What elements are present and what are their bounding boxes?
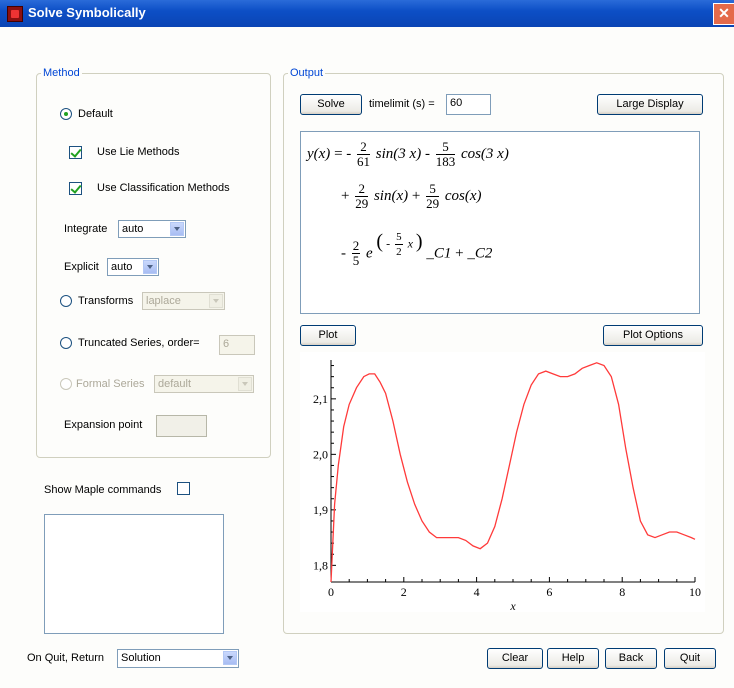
solution-plot: 0 2 4 6 8 10 1,8 1,9 2,0 2,1 x [300, 352, 705, 612]
truncated-order-value: 6 [223, 338, 230, 350]
x-tick-label: 8 [619, 585, 625, 599]
explicit-select[interactable]: auto [107, 258, 159, 276]
math-sign: = - [334, 145, 352, 162]
show-maple-commands-checkbox[interactable] [177, 482, 190, 495]
y-tick-label: 2,1 [313, 392, 328, 406]
formal-series-select[interactable]: default [154, 375, 254, 393]
math-fraction: 2 29 [355, 181, 369, 211]
math-term: sin(x) [373, 187, 409, 204]
y-tick-label: 2,0 [313, 447, 328, 461]
title-bar: Solve Symbolically ✕ [0, 0, 734, 27]
truncated-series-label: Truncated Series, order= [78, 337, 200, 349]
x-tick-label: 10 [689, 585, 701, 599]
transforms-label: Transforms [78, 295, 134, 307]
x-axis-label: x [509, 599, 516, 612]
back-button[interactable]: Back [605, 648, 657, 669]
on-quit-value: Solution [121, 652, 161, 664]
y-tick-label: 1,9 [313, 503, 328, 517]
math-exponent: ( - 52 x ) [376, 230, 423, 258]
math-term: cos(3 x) [460, 145, 509, 162]
transforms-select[interactable]: laplace [142, 292, 225, 310]
integrate-label: Integrate [64, 223, 108, 235]
solution-line-1: y(x) = - 2 61 sin(3 x) - 5 183 cos(3 x) [307, 140, 509, 169]
solution-display: y(x) = - 2 61 sin(3 x) - 5 183 cos(3 x) + … [300, 131, 700, 314]
chevron-down-icon[interactable] [143, 260, 157, 274]
math-sign: - [424, 145, 430, 162]
timelimit-value: 60 [450, 97, 463, 109]
close-button[interactable]: ✕ [713, 3, 734, 25]
show-maple-commands-label: Show Maple commands [44, 484, 162, 496]
truncated-order-field[interactable]: 6 [219, 335, 255, 355]
use-lie-methods-checkbox[interactable] [69, 146, 82, 159]
on-quit-select[interactable]: Solution [117, 649, 239, 668]
plot-button[interactable]: Plot [300, 325, 356, 346]
math-sign: + [455, 245, 464, 262]
timelimit-field[interactable]: 60 [446, 94, 491, 115]
formal-series-value: default [158, 378, 192, 390]
help-button[interactable]: Help [547, 648, 599, 669]
transforms-value: laplace [146, 295, 181, 307]
math-term: _C1 [426, 245, 452, 262]
maple-commands-area[interactable] [44, 514, 224, 634]
math-exp-base: e [366, 245, 373, 262]
large-display-button[interactable]: Large Display [597, 94, 703, 115]
x-tick-label: 6 [546, 585, 552, 599]
formal-series-radio[interactable] [60, 378, 72, 390]
explicit-label: Explicit [64, 261, 99, 273]
default-radio[interactable] [60, 108, 72, 120]
solution-line-2: + 2 29 sin(x) + 5 29 cos(x) [341, 182, 482, 211]
output-legend: Output [290, 67, 324, 79]
chevron-down-icon[interactable] [238, 377, 252, 391]
math-term: sin(3 x) [375, 145, 422, 162]
chevron-down-icon[interactable] [170, 222, 184, 236]
math-term: cos(x) [444, 187, 482, 204]
use-classification-methods-label: Use Classification Methods [97, 182, 230, 194]
y-tick-label: 1,8 [313, 558, 328, 572]
timelimit-label: timelimit (s) = [369, 98, 435, 110]
x-tick-label: 4 [474, 585, 480, 599]
plot-canvas: 0 2 4 6 8 10 1,8 1,9 2,0 2,1 x [313, 360, 701, 612]
method-legend: Method [43, 67, 80, 79]
truncated-series-radio[interactable] [60, 337, 72, 349]
chevron-down-icon[interactable] [223, 651, 237, 665]
default-label: Default [78, 108, 113, 120]
expansion-point-field[interactable] [156, 415, 207, 437]
transforms-radio[interactable] [60, 295, 72, 307]
solve-button[interactable]: Solve [300, 94, 362, 115]
clear-button[interactable]: Clear [487, 648, 543, 669]
x-tick-label: 2 [401, 585, 407, 599]
solution-lhs: y(x) [307, 145, 331, 162]
formal-series-label: Formal Series [76, 378, 145, 390]
integrate-value: auto [122, 223, 144, 235]
x-tick-label: 0 [328, 585, 334, 599]
use-classification-methods-checkbox[interactable] [69, 182, 82, 195]
solution-line-3: - 25 e ( - 52 x ) _C1 + _C2 [341, 230, 492, 268]
dialog-body: Method Default Use Lie Methods Use Class… [0, 27, 734, 688]
chevron-down-icon[interactable] [209, 294, 223, 308]
maple-app-icon [7, 6, 23, 22]
math-fraction: 5 29 [426, 181, 440, 211]
math-sign: + [411, 187, 421, 204]
on-quit-label: On Quit, Return [27, 652, 105, 664]
use-lie-methods-label: Use Lie Methods [97, 146, 180, 158]
expansion-point-label: Expansion point [64, 419, 143, 431]
math-fraction: 25 [351, 238, 361, 269]
math-term: _C2 [467, 245, 493, 262]
integrate-select[interactable]: auto [118, 220, 186, 238]
math-sign: + [341, 187, 350, 204]
window-title: Solve Symbolically [28, 5, 146, 20]
quit-button[interactable]: Quit [664, 648, 716, 669]
math-sign: - [341, 245, 346, 262]
plot-options-button[interactable]: Plot Options [603, 325, 703, 346]
math-fraction: 2 61 [357, 139, 371, 169]
explicit-value: auto [111, 261, 133, 273]
solution-curve [330, 362, 696, 583]
math-fraction: 5 183 [435, 139, 456, 169]
